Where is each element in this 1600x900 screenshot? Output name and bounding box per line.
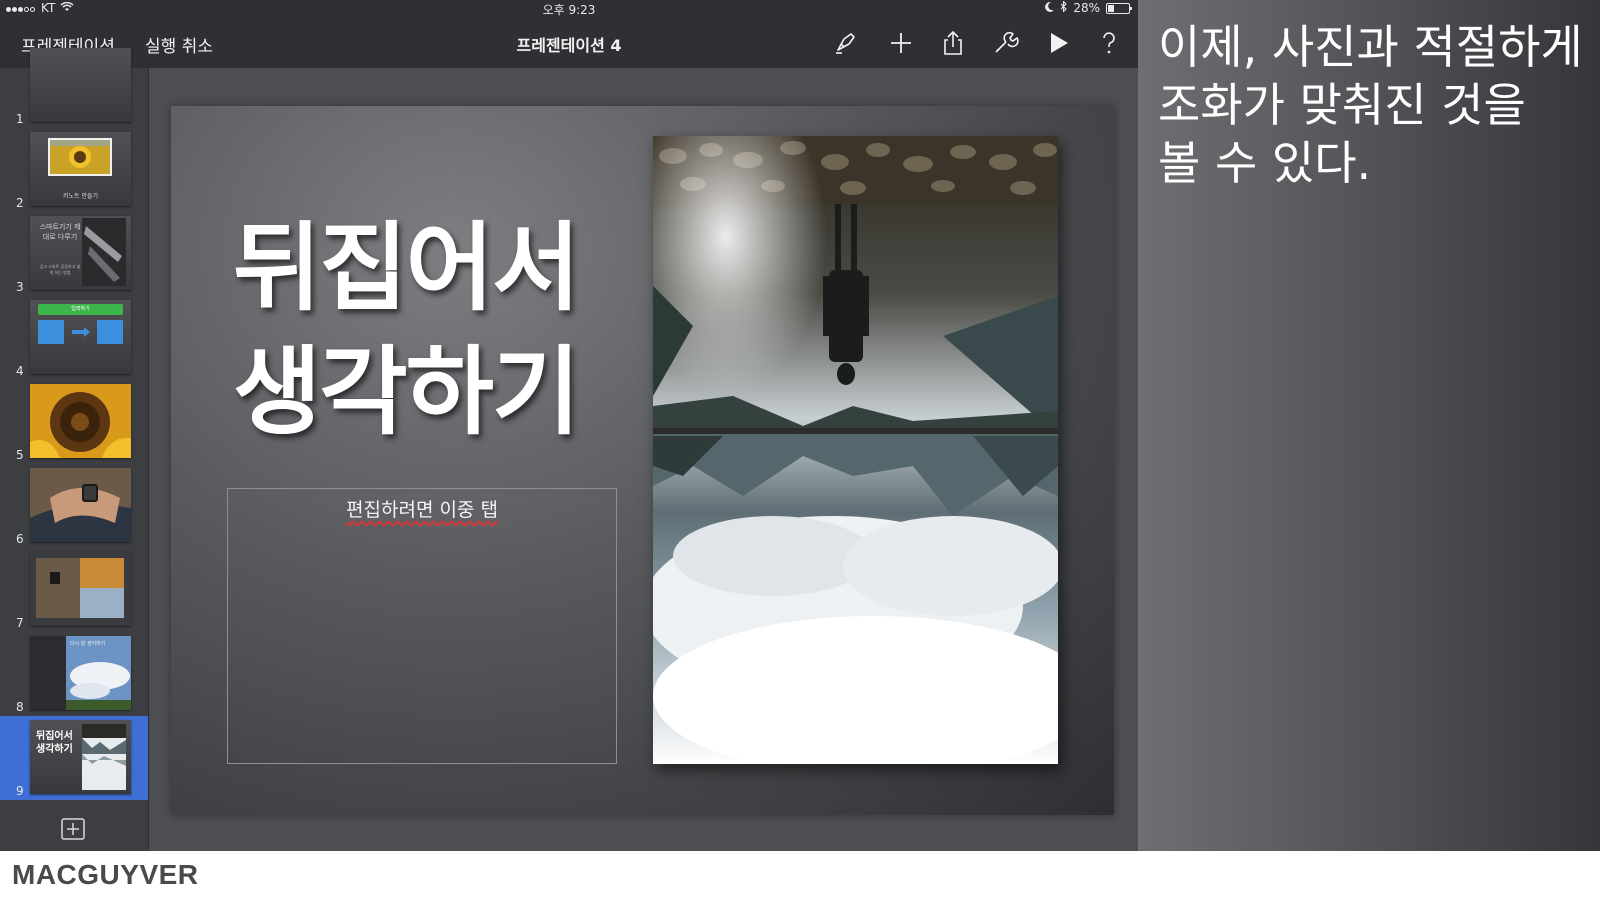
slide-thumbnail-9[interactable]: 뒤집어서 생각하기 9 <box>0 716 148 800</box>
slide-number: 5 <box>16 448 24 462</box>
caption-line: 이제, 사진과 적절하게 <box>1158 20 1583 74</box>
share-icon[interactable] <box>938 28 968 58</box>
upside-down-lake-photo <box>653 136 1058 764</box>
slide-thumb-image: 입력하기 <box>30 300 131 374</box>
slide-thumbnail-1[interactable]: 1 <box>0 44 148 128</box>
slide-number: 7 <box>16 616 24 630</box>
slide-number: 9 <box>16 784 24 798</box>
status-time: 오후 9:23 <box>542 3 596 17</box>
slide-thumbnail-4[interactable]: 입력하기 4 <box>0 296 148 380</box>
slide-thumbnail-5[interactable]: 5 <box>0 380 148 464</box>
battery-icon <box>1106 2 1132 14</box>
slide-title-line2: 생각하기 <box>233 336 580 448</box>
caption-line: 볼 수 있다. <box>1158 136 1372 190</box>
slide-thumb-image: 스마트기기 제대로 다루기 갖고 스마트 꼼꼼하고 쉽게 하는 방법 <box>30 216 131 290</box>
slide-thumb-image <box>30 552 131 626</box>
wrench-icon[interactable] <box>990 28 1020 58</box>
bluetooth-icon <box>1060 0 1068 15</box>
slide-thumb-title: 다시 잘 생각하기 <box>70 641 106 647</box>
slide-thumb-title: 뒤집어서 생각하기 <box>36 731 73 755</box>
slide-thumbnail-2[interactable]: 키노트 만들기 2 <box>0 128 148 212</box>
slide-thumb-image <box>30 468 131 542</box>
slide-title-line1: 뒤집어서 <box>233 212 580 324</box>
arrow-right-icon <box>72 327 90 337</box>
slide-number: 2 <box>16 196 24 210</box>
add-slide-button[interactable] <box>61 818 85 840</box>
slide-thumbnail-8[interactable]: 다시 잘 생각하기 8 <box>0 632 148 716</box>
battery-percent: 28% <box>1073 1 1100 15</box>
slide-number: 3 <box>16 280 24 294</box>
help-icon[interactable] <box>1094 28 1124 58</box>
body-placeholder: 편집하려면 이중 탭 <box>228 495 616 522</box>
ipad-screen: KT 오후 9:23 28% 프레젠테이션 실행 취소 프레젠테이션 4 1 키… <box>0 0 1138 851</box>
slide-photo[interactable] <box>653 136 1058 764</box>
slide-thumbnail-6[interactable]: 6 <box>0 464 148 548</box>
play-icon[interactable] <box>1043 28 1073 58</box>
undo-button[interactable]: 실행 취소 <box>145 32 213 57</box>
slide-thumb-image: 뒤집어서 생각하기 <box>30 720 131 794</box>
caption-panel: 이제, 사진과 적절하게 조화가 맞춰진 것을 볼 수 있다. <box>1138 0 1600 851</box>
moon-icon <box>1045 1 1055 15</box>
slide-navigator: 1 키노트 만들기 2 스마트기기 제대로 다루기 갖고 스마트 꼼꼼하고 쉽게… <box>0 48 149 851</box>
body-text-box[interactable]: 편집하려면 이중 탭 <box>227 488 617 764</box>
plus-icon[interactable] <box>886 28 916 58</box>
brand-logo: MACGUYVER <box>12 859 199 890</box>
status-bar: KT 오후 9:23 28% <box>0 0 1138 18</box>
caption-line: 조화가 맞춰진 것을 <box>1158 78 1526 132</box>
slide-number: 8 <box>16 700 24 714</box>
plus-square-icon <box>61 818 85 840</box>
slide-number: 1 <box>16 112 24 126</box>
body-placeholder-text: 편집하려면 이중 탭 <box>346 499 498 521</box>
status-right: 28% <box>1045 0 1132 15</box>
slide-canvas[interactable]: 뒤집어서 생각하기 편집하려면 이중 탭 <box>171 106 1114 815</box>
slide-number: 6 <box>16 532 24 546</box>
slide-thumb-image <box>30 384 131 458</box>
slide-thumbnail-3[interactable]: 스마트기기 제대로 다루기 갖고 스마트 꼼꼼하고 쉽게 하는 방법 3 <box>0 212 148 296</box>
slide-thumb-caption: 키노트 만들기 <box>62 193 99 200</box>
slide-number: 4 <box>16 364 24 378</box>
toolbar: 프레젠테이션 실행 취소 프레젠테이션 4 <box>0 18 1138 68</box>
footer: MACGUYVER <box>0 851 1600 900</box>
slide-thumb-image: 다시 잘 생각하기 <box>30 636 131 710</box>
format-brush-icon[interactable] <box>830 28 860 58</box>
slide-thumb-image: 키노트 만들기 <box>30 132 131 206</box>
slide-thumb-image <box>30 48 131 122</box>
slide-title[interactable]: 뒤집어서 생각하기 <box>233 206 613 454</box>
caption-text: 이제, 사진과 적절하게 조화가 맞춰진 것을 볼 수 있다. <box>1158 18 1588 192</box>
slide-thumbnail-7[interactable]: 7 <box>0 548 148 632</box>
